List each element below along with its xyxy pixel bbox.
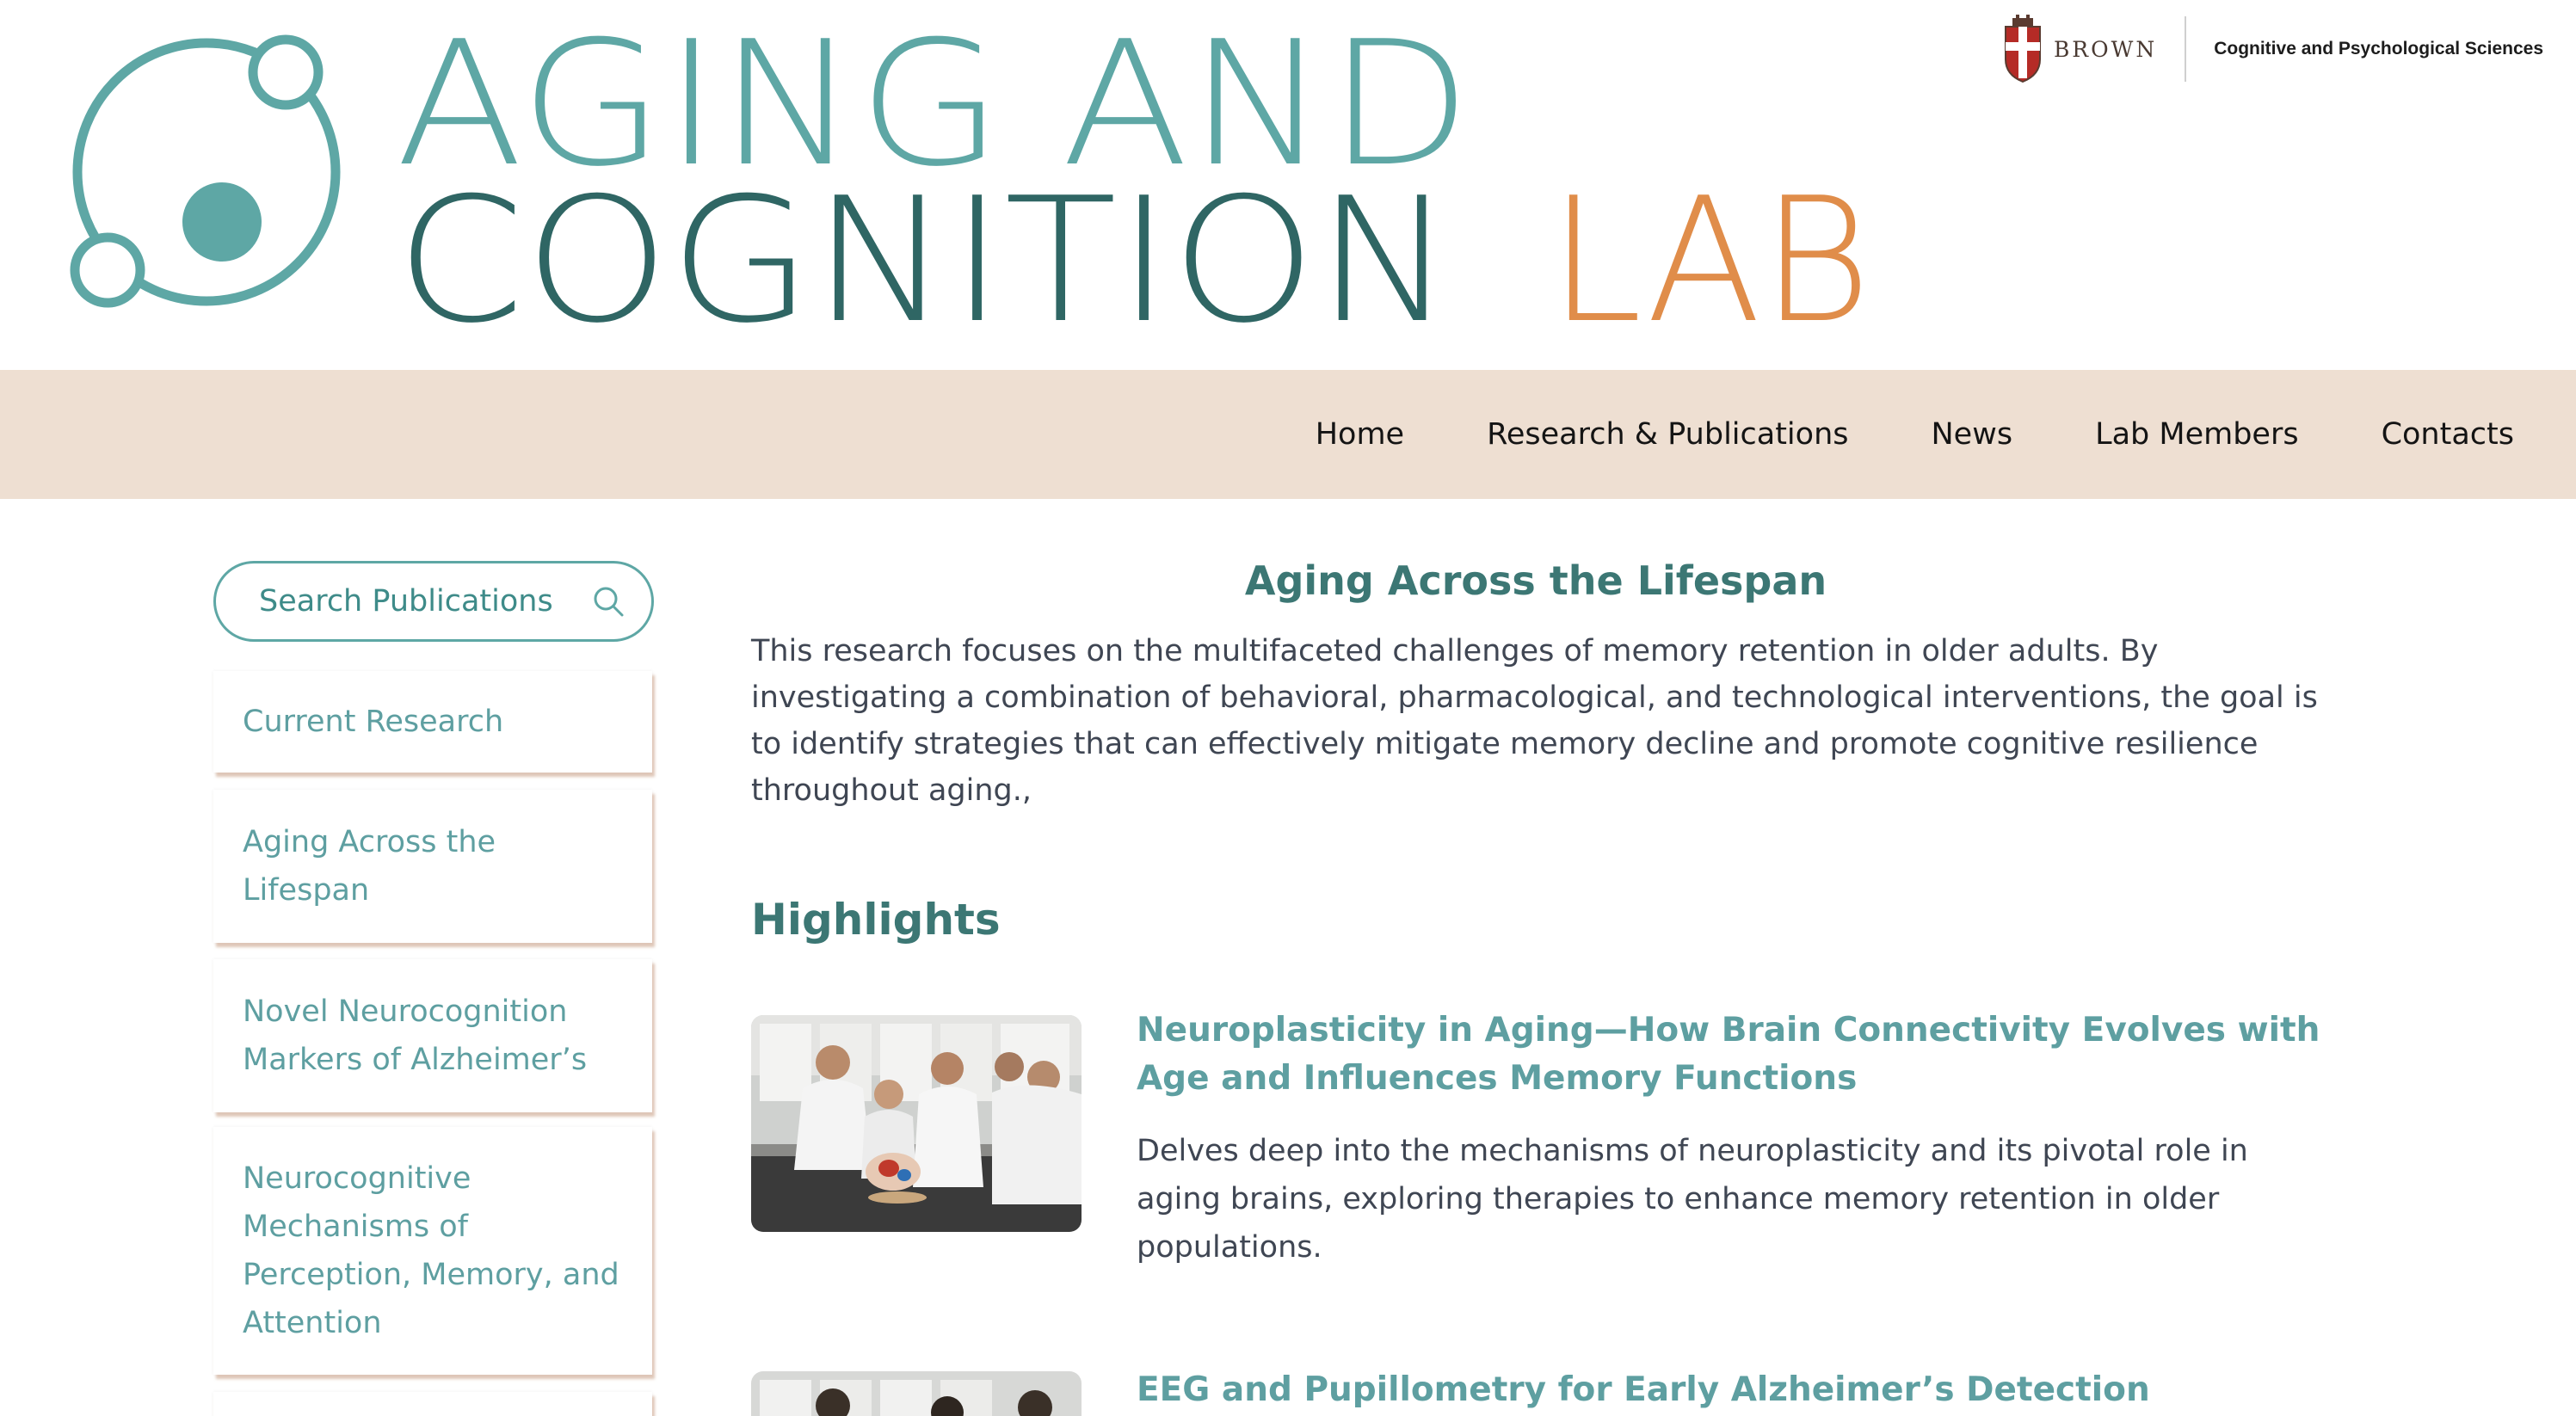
- sidebar-item-neurocognition-markers[interactable]: Novel Neurocognition Markers of Alzheime…: [213, 959, 652, 1112]
- sidebar-item-aging-across-lifespan[interactable]: Aging Across the Lifespan: [213, 790, 652, 943]
- sidebar-item-label: Neurocognitive Mechanisms of Perception,…: [243, 1161, 619, 1340]
- sidebar-item-current-research[interactable]: Current Research: [213, 671, 652, 773]
- highlight-title-eeg-pupillometry[interactable]: EEG and Pupillometry for Early Alzheimer…: [1137, 1366, 2341, 1414]
- logo-line-lab: LAB: [1549, 161, 1871, 329]
- nav-list: Home Research & Publications News Lab Me…: [1316, 370, 2514, 499]
- lab-wordmark: AGING AND COGNITION LAB: [396, 19, 1871, 329]
- sidebar-item-label: Novel Neurocognition Markers of Alzheime…: [243, 994, 588, 1077]
- nav-home[interactable]: Home: [1316, 417, 1404, 452]
- eeg-photo-illustration: [751, 1371, 1082, 1416]
- highlight-image-lab-photo[interactable]: [751, 1015, 1082, 1232]
- sidebar-item-neurocognitive-mechanisms[interactable]: Neurocognitive Mechanisms of Perception,…: [213, 1127, 652, 1375]
- search-publications-button[interactable]: Search Publications: [213, 561, 654, 642]
- sidebar-item-label: Aging Across the Lifespan: [243, 825, 496, 908]
- logo-line-cognition: COGNITION: [396, 161, 1454, 329]
- department-name[interactable]: Cognitive and Psychological Sciences: [2214, 39, 2543, 59]
- header-divider: [2185, 16, 2187, 82]
- sidebar-item-partial[interactable]: [213, 1392, 652, 1416]
- lab-logo-icon[interactable]: [60, 26, 353, 318]
- brown-shield-icon[interactable]: [2002, 15, 2043, 83]
- highlight-image-eeg[interactable]: [751, 1371, 1082, 1416]
- nav-lab-members[interactable]: Lab Members: [2095, 417, 2299, 452]
- brown-wordmark[interactable]: BROWN: [2054, 37, 2157, 62]
- nav-contacts[interactable]: Contacts: [2382, 417, 2514, 452]
- site-header: AGING AND COGNITION LAB BROWN Cognitive …: [0, 0, 2576, 370]
- highlight-title-neuroplasticity[interactable]: Neuroplasticity in Aging—How Brain Conne…: [1137, 1007, 2341, 1103]
- highlights-heading: Highlights: [751, 895, 1001, 945]
- intro-paragraph: This research focuses on the multifacete…: [751, 634, 2318, 808]
- main-navigation: Home Research & Publications News Lab Me…: [0, 370, 2576, 499]
- sidebar-item-label: Current Research: [243, 705, 504, 739]
- highlight-description-neuroplasticity: Delves deep into the mechanisms of neuro…: [1137, 1134, 2248, 1265]
- lab-photo-illustration: [751, 1015, 1082, 1232]
- nav-research-publications[interactable]: Research & Publications: [1487, 417, 1848, 452]
- brown-university-branding: BROWN Cognitive and Psychological Scienc…: [2002, 12, 2543, 86]
- page-title: Aging Across the Lifespan: [1244, 557, 1827, 604]
- nav-news[interactable]: News: [1932, 417, 2013, 452]
- search-label: Search Publications: [259, 584, 553, 619]
- search-icon: [594, 587, 624, 617]
